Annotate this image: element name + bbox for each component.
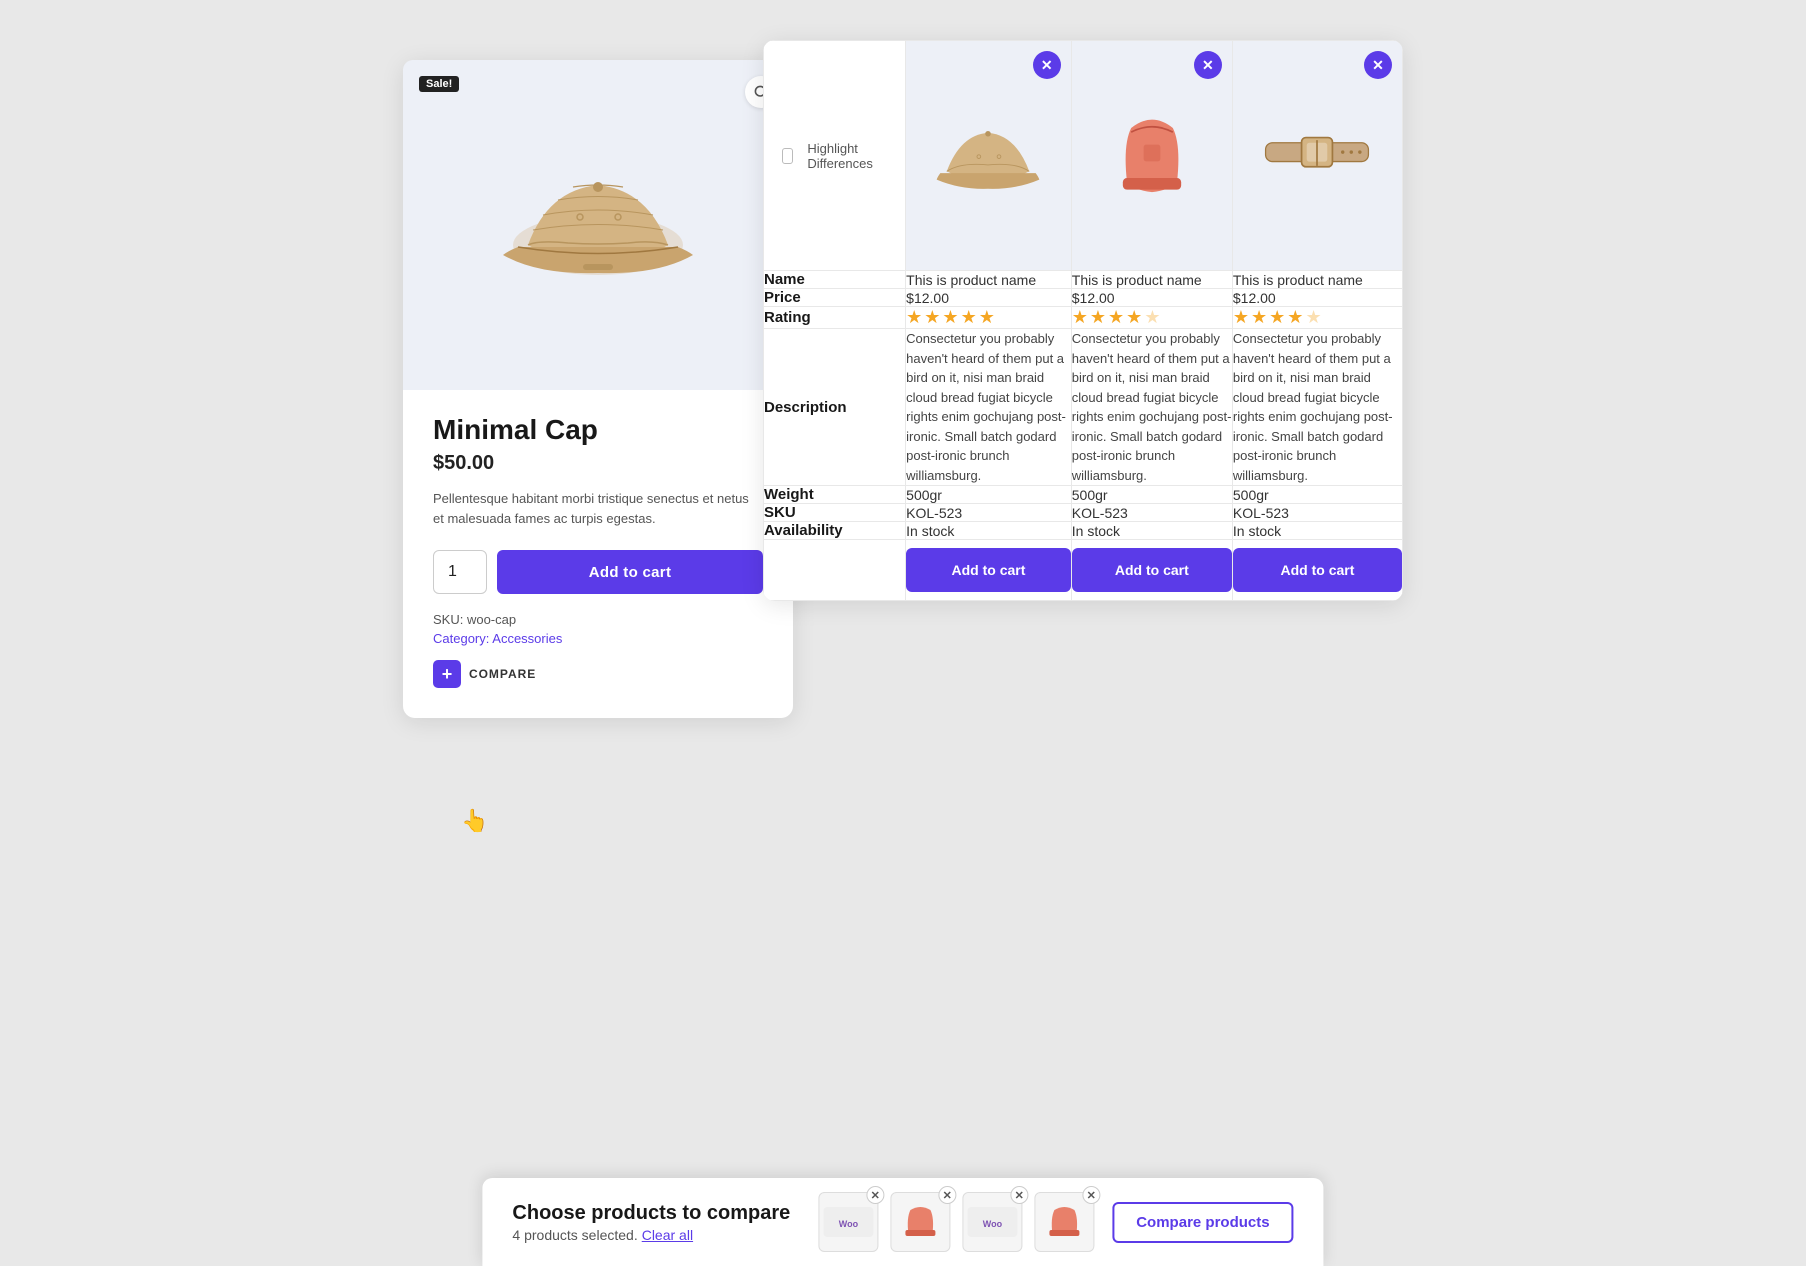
cursor-pointer: 👆 bbox=[461, 808, 488, 834]
compare-thumb-3: Woo ✕ bbox=[962, 1192, 1022, 1252]
compare-weight-row: Weight500gr500gr500gr bbox=[764, 486, 1403, 504]
rating-col-2: ★★★★★ bbox=[1232, 307, 1402, 329]
product-sku: SKU: woo-cap bbox=[433, 612, 763, 627]
weight-col-1: 500gr bbox=[1071, 486, 1232, 504]
compare-beanie-image bbox=[1102, 98, 1202, 208]
add-to-cart-compare-1-button[interactable]: Add to cart bbox=[1072, 548, 1232, 592]
compare-label: COMPARE bbox=[469, 667, 536, 681]
sale-badge: Sale! bbox=[419, 76, 459, 92]
close-compare-2-button[interactable]: ✕ bbox=[1194, 51, 1222, 79]
compare-bar-bottom: 4 products selected. Clear all bbox=[512, 1227, 800, 1243]
remove-thumb-3-button[interactable]: ✕ bbox=[1010, 1186, 1028, 1204]
highlight-label: Highlight Differences bbox=[807, 141, 887, 171]
woo-thumb-2: Woo bbox=[967, 1207, 1017, 1237]
compare-bar-info: Choose products to compare 4 products se… bbox=[512, 1202, 800, 1243]
price-col-2: $12.00 bbox=[1232, 289, 1402, 307]
product-info: Minimal Cap $50.00 Pellentesque habitant… bbox=[403, 390, 793, 646]
highlight-cell: Highlight Differences bbox=[764, 41, 906, 271]
desc-col-0: Consectetur you probably haven't heard o… bbox=[906, 329, 1072, 486]
highlight-checkbox[interactable] bbox=[782, 148, 793, 164]
product-price: $50.00 bbox=[433, 452, 763, 475]
availability-col-2: In stock bbox=[1232, 522, 1402, 540]
add-to-cart-compare-2-button[interactable]: Add to cart bbox=[1233, 548, 1402, 592]
weight-col-0: 500gr bbox=[906, 486, 1072, 504]
remove-thumb-1-button[interactable]: ✕ bbox=[866, 1186, 884, 1204]
compare-bar: Choose products to compare 4 products se… bbox=[482, 1178, 1323, 1266]
remove-thumb-2-button[interactable]: ✕ bbox=[938, 1186, 956, 1204]
compare-thumb-2: ✕ bbox=[890, 1192, 950, 1252]
product-description: Pellentesque habitant morbi tristique se… bbox=[433, 489, 763, 528]
compare-sku-row: SKUKOL-523KOL-523KOL-523 bbox=[764, 504, 1403, 522]
addtocart-cell-2: Add to cart bbox=[1232, 540, 1402, 601]
product-card: Sale! bbox=[403, 60, 793, 718]
sku-col-1: KOL-523 bbox=[1071, 504, 1232, 522]
compare-bar-count: 4 products selected. bbox=[512, 1227, 637, 1243]
addtocart-cell-0: Add to cart bbox=[906, 540, 1072, 601]
compare-bar-thumbs: Woo ✕ ✕ Woo ✕ bbox=[818, 1192, 1094, 1252]
compare-name-row: NameThis is product nameThis is product … bbox=[764, 271, 1403, 289]
add-to-cart-row: Add to cart bbox=[433, 550, 763, 594]
hat-thumb-4 bbox=[1044, 1202, 1084, 1242]
desc-col-2: Consectetur you probably haven't heard o… bbox=[1232, 329, 1402, 486]
sku-col-2: KOL-523 bbox=[1232, 504, 1402, 522]
compare-plus-button[interactable]: + bbox=[433, 660, 461, 688]
availability-col-0: In stock bbox=[906, 522, 1072, 540]
availability-col-1: In stock bbox=[1071, 522, 1232, 540]
compare-addtocart-row: Add to cartAdd to cartAdd to cart bbox=[764, 540, 1403, 601]
svg-text:Woo: Woo bbox=[839, 1219, 859, 1229]
product-image bbox=[488, 135, 708, 315]
addtocart-cell-1: Add to cart bbox=[1071, 540, 1232, 601]
name-col-1: This is product name bbox=[1071, 271, 1232, 289]
compare-desc-row: DescriptionConsectetur you probably have… bbox=[764, 329, 1403, 486]
hat-thumb-2 bbox=[900, 1202, 940, 1242]
close-compare-1-button[interactable]: ✕ bbox=[1033, 51, 1061, 79]
compare-table: Highlight Differences ✕ bbox=[763, 40, 1403, 601]
remove-thumb-4-button[interactable]: ✕ bbox=[1082, 1186, 1100, 1204]
quantity-input[interactable] bbox=[433, 550, 487, 594]
product-category: Category: Accessories bbox=[433, 631, 763, 646]
sku-col-0: KOL-523 bbox=[906, 504, 1072, 522]
compare-product-image-3: ✕ bbox=[1232, 41, 1402, 271]
price-col-0: $12.00 bbox=[906, 289, 1072, 307]
rating-col-0: ★★★★★ bbox=[906, 307, 1072, 329]
compare-belt-image bbox=[1257, 113, 1377, 193]
compare-product-image-1: ✕ bbox=[906, 41, 1072, 271]
rating-col-1: ★★★★★ bbox=[1071, 307, 1232, 329]
close-compare-3-button[interactable]: ✕ bbox=[1364, 51, 1392, 79]
compare-products-button[interactable]: Compare products bbox=[1112, 1202, 1293, 1243]
product-image-wrap: Sale! bbox=[403, 60, 793, 390]
price-col-1: $12.00 bbox=[1071, 289, 1232, 307]
compare-bar-title: Choose products to compare bbox=[512, 1202, 790, 1225]
product-title: Minimal Cap bbox=[433, 414, 763, 446]
add-to-cart-button[interactable]: Add to cart bbox=[497, 550, 763, 594]
compare-bar-clear-button[interactable]: Clear all bbox=[642, 1227, 693, 1243]
compare-thumb-1: Woo ✕ bbox=[818, 1192, 878, 1252]
compare-table-wrap: Highlight Differences ✕ bbox=[763, 40, 1403, 601]
name-col-0: This is product name bbox=[906, 271, 1072, 289]
desc-col-1: Consectetur you probably haven't heard o… bbox=[1071, 329, 1232, 486]
compare-image-row: Highlight Differences ✕ bbox=[764, 41, 1403, 271]
add-to-cart-compare-0-button[interactable]: Add to cart bbox=[906, 548, 1071, 592]
compare-thumb-4: ✕ bbox=[1034, 1192, 1094, 1252]
compare-rating-row: Rating★★★★★★★★★★★★★★★ bbox=[764, 307, 1403, 329]
weight-col-2: 500gr bbox=[1232, 486, 1402, 504]
svg-text:Woo: Woo bbox=[983, 1219, 1003, 1229]
compare-product-image-2: ✕ bbox=[1071, 41, 1232, 271]
compare-availability-row: AvailabilityIn stockIn stockIn stock bbox=[764, 522, 1403, 540]
name-col-2: This is product name bbox=[1232, 271, 1402, 289]
compare-row: + COMPARE bbox=[403, 660, 793, 688]
woo-thumb-1: Woo bbox=[823, 1207, 873, 1237]
compare-cap-image-1 bbox=[933, 103, 1043, 203]
compare-price-row: Price$12.00$12.00$12.00 bbox=[764, 289, 1403, 307]
